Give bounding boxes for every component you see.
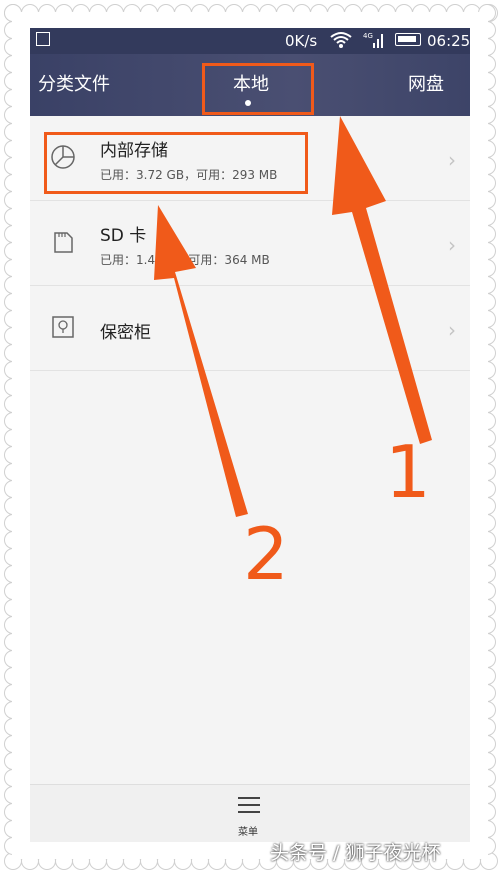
annotation-label-1: 1 <box>385 430 431 514</box>
annotation-label-2: 2 <box>243 512 289 596</box>
watermark: 头条号 / 狮子夜光杯 <box>270 842 441 864</box>
arrow-2 <box>154 205 248 517</box>
arrow-1 <box>332 116 432 444</box>
